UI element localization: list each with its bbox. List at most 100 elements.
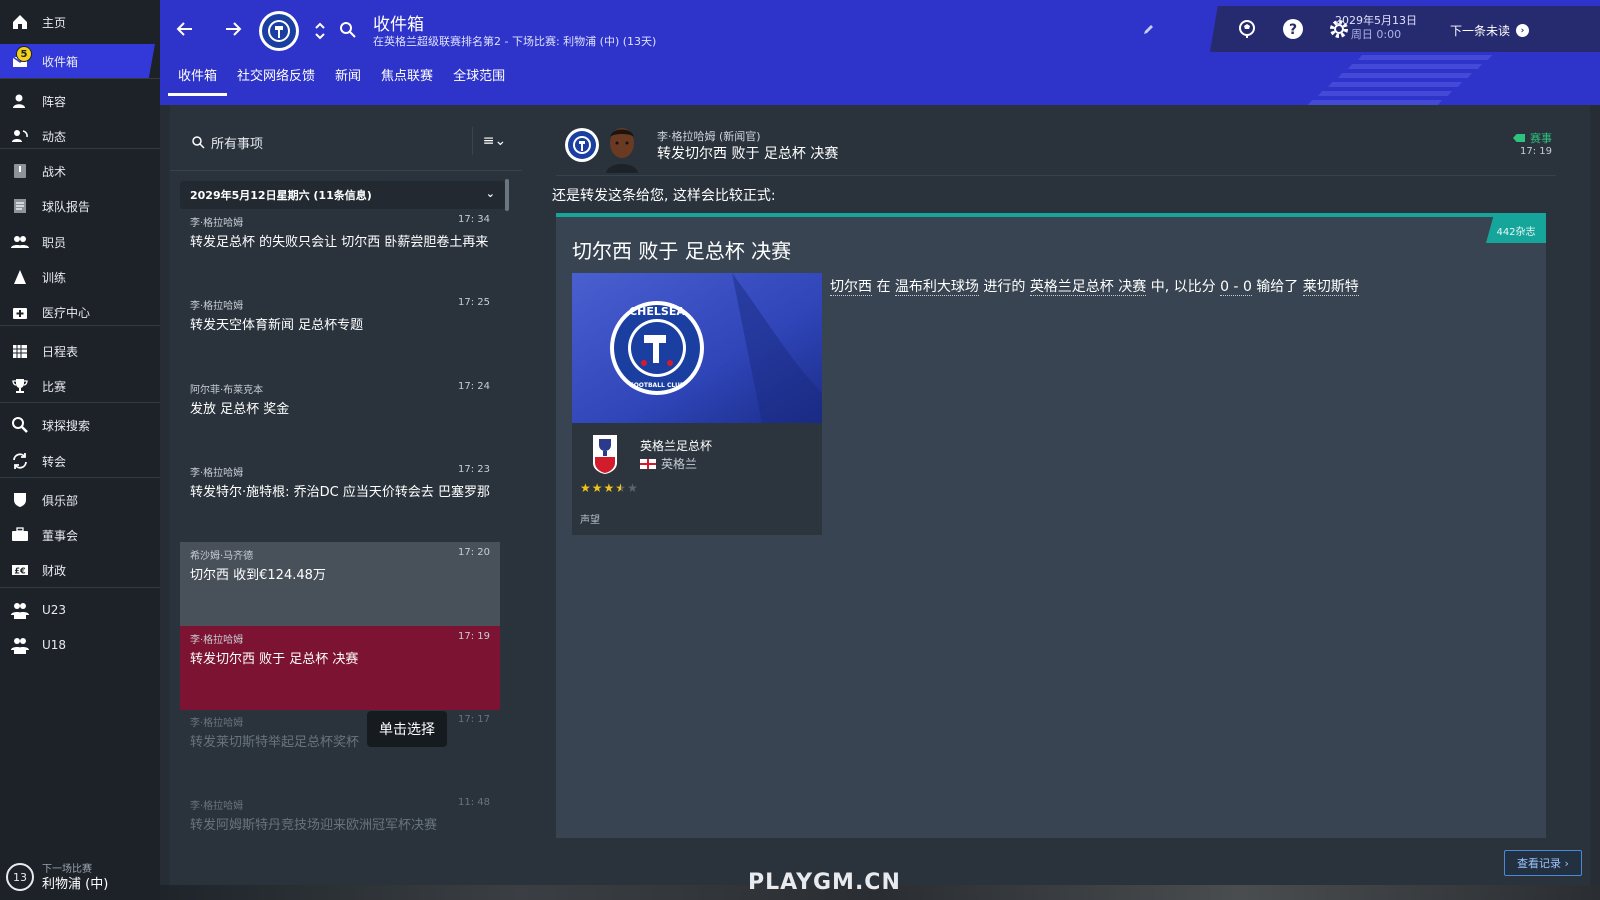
sidebar-item-2[interactable]: 阵容 (0, 84, 160, 118)
back-arrow-icon[interactable] (172, 16, 198, 42)
news-title: 切尔西 败于 足总杯 决赛 (572, 239, 792, 263)
sidebar-item-8[interactable]: 医疗中心 (0, 295, 160, 329)
message-time: 17: 23 (458, 464, 490, 475)
sidebar-item-15[interactable]: £€ 财政 (0, 553, 160, 587)
club-crest-icon (564, 127, 600, 163)
next-match-opponent: 利物浦 (中) (42, 877, 109, 892)
tab-1[interactable]: 社交网络反馈 (227, 68, 325, 98)
sidebar-item-label: 球探搜索 (42, 418, 91, 433)
sidebar-item-label: 财政 (42, 563, 67, 578)
medical-icon (10, 302, 30, 322)
sidebar-item-label: 俱乐部 (42, 493, 79, 508)
club-icon (10, 490, 30, 510)
message-sender: 李·格拉哈姆 (190, 468, 244, 479)
chevron-down-icon: ⌄ (485, 187, 495, 200)
body-text: 在 (872, 279, 895, 295)
sidebar-item-3[interactable]: 动态 (0, 119, 160, 153)
scouting-icon (10, 415, 30, 435)
message-item[interactable]: 李·格拉哈姆 11: 48 转发阿姆斯特丹竞技场迎来欧洲冠军杯决赛 (180, 792, 500, 876)
squad-icon (10, 91, 30, 111)
sidebar-item-4[interactable]: 战术 (0, 154, 160, 188)
message-subject: 转发切尔西 败于 足总杯 决赛 (657, 146, 839, 162)
date-group-header[interactable]: 2029年5月12日星期六 (11条信息) ⌄ (180, 181, 505, 209)
message-time: 17: 25 (458, 297, 490, 308)
forward-arrow-icon[interactable] (220, 16, 246, 42)
tab-4[interactable]: 全球范围 (443, 68, 515, 98)
next-unread-button[interactable]: 下一条未读 › (1450, 22, 1530, 39)
message-item[interactable]: 阿尔菲·布莱克本 17: 24 发放 足总杯 奖金 (180, 376, 500, 460)
finance-icon: £€ (10, 560, 30, 580)
calendar-icon (10, 341, 30, 361)
message-item[interactable]: 希沙姆·马齐德 17: 20 切尔西 收到€124.48万 (180, 542, 500, 626)
sender-name[interactable]: 李·格拉哈姆 (新闻官) (657, 128, 761, 144)
sidebar-item-label: 阵容 (42, 94, 67, 109)
link-opponent[interactable]: 莱切斯特 (1302, 279, 1359, 296)
club-crest-icon[interactable] (258, 10, 300, 52)
sidebar-item-9[interactable]: 日程表 (0, 334, 160, 368)
sidebar-item-label: 比赛 (42, 379, 67, 394)
ball-icon[interactable] (1236, 18, 1258, 40)
sidebar-item-1[interactable]: 5 收件箱 (0, 44, 155, 78)
message-time: 11: 48 (458, 797, 490, 808)
sidebar-item-0[interactable]: 主页 (0, 5, 160, 39)
star-icon: ★ (627, 481, 639, 495)
sidebar-item-6[interactable]: 职员 (0, 225, 160, 259)
filter-label: 所有事项 (211, 137, 264, 152)
category-tag[interactable]: 赛事 (1513, 130, 1552, 146)
tab-3[interactable]: 焦点联赛 (371, 68, 443, 98)
message-item[interactable]: 李·格拉哈姆 17: 17 转发莱切斯特举起足总杯奖杯 (180, 709, 500, 793)
message-time: 17: 17 (458, 714, 490, 725)
body-text: 输给了 (1251, 279, 1303, 295)
message-time: 17: 24 (458, 381, 490, 392)
message-item[interactable]: 李·格拉哈姆 17: 34 转发足总杯 的失败只会让 切尔西 卧薪尝胆卷土再来 (180, 209, 500, 293)
next-match[interactable]: 13 下一场比赛 利物浦 (中) (6, 862, 108, 892)
message-item[interactable]: 李·格拉哈姆 17: 19 转发切尔西 败于 足总杯 决赛 (180, 626, 500, 710)
updown-chevron-icon[interactable] (312, 18, 328, 44)
tag-label: 赛事 (1530, 132, 1552, 145)
sender-avatar[interactable] (602, 123, 642, 173)
svg-text:?: ? (1289, 22, 1297, 38)
sidebar-item-label: 主页 (42, 15, 67, 30)
message-item[interactable]: 李·格拉哈姆 17: 25 转发天空体育新闻 足总杯专题 (180, 292, 500, 376)
transfer-icon (10, 451, 30, 471)
sidebar-item-7[interactable]: 训练 (0, 260, 160, 294)
england-flag-icon (640, 458, 656, 469)
link-stadium[interactable]: 温布利大球场 (894, 279, 979, 296)
sidebar-item-5[interactable]: 球队报告 (0, 189, 160, 223)
sidebar-item-14[interactable]: 董事会 (0, 518, 160, 552)
message-subject: 切尔西 收到€124.48万 (190, 568, 326, 583)
sidebar-item-11[interactable]: 球探搜索 (0, 408, 160, 442)
country-name: 英格兰 (661, 457, 698, 471)
sidebar-item-label: 收件箱 (42, 54, 79, 69)
sidebar-item-13[interactable]: 俱乐部 (0, 483, 160, 517)
message-item[interactable]: 李·格拉哈姆 17: 23 转发特尔·施特根: 乔治DC 应当天价转会去 巴塞罗那 (180, 459, 500, 543)
sidebar-item-10[interactable]: 比赛 (0, 369, 160, 403)
list-scrollbar[interactable] (505, 179, 509, 211)
link-competition[interactable]: 英格兰足总杯 决赛 (1029, 279, 1147, 296)
filter-menu-button[interactable]: ≡⌄ (472, 127, 516, 155)
sidebar-item-16[interactable]: U23 (0, 593, 160, 627)
competition-box[interactable]: 英格兰足总杯 英格兰 ★★★★★ 声望 (572, 423, 822, 535)
message-sender: 李·格拉哈姆 (190, 301, 244, 312)
sidebar-item-17[interactable]: U18 (0, 628, 160, 662)
search-icon[interactable] (336, 18, 360, 42)
news-body: 切尔西 在 温布利大球场 进行的 英格兰足总杯 决赛 中, 以比分 0 - 0 … (830, 277, 1359, 297)
tag-icon (1513, 134, 1525, 142)
help-icon[interactable]: ? (1282, 18, 1304, 40)
svg-text:£€: £€ (14, 567, 26, 576)
tab-0[interactable]: 收件箱 (168, 68, 228, 98)
page-subtitle: 在英格兰超级联赛排名第2 - 下场比赛: 利物浦 (中) (13天) (373, 35, 657, 48)
message-detail: 李·格拉哈姆 (新闻官) 转发切尔西 败于 足总杯 决赛 赛事 17: 19 还… (522, 105, 1590, 900)
sidebar-item-12[interactable]: 转会 (0, 444, 160, 478)
tab-2[interactable]: 新闻 (325, 68, 371, 98)
board-icon (10, 525, 30, 545)
game-date: 2029年5月13日 周日 0:00 (1335, 14, 1417, 42)
star-icon: ★ (615, 481, 628, 495)
filter-search[interactable]: 所有事项 (192, 133, 263, 152)
link-club[interactable]: 切尔西 (830, 279, 872, 296)
next-match-label: 下一场比赛 (42, 864, 92, 875)
edit-pencil-icon[interactable] (1140, 22, 1156, 38)
view-history-button[interactable]: 查看记录 › (1504, 850, 1582, 876)
message-subject: 转发切尔西 败于 足总杯 决赛 (190, 652, 359, 667)
link-score[interactable]: 0 - 0 (1220, 279, 1252, 296)
